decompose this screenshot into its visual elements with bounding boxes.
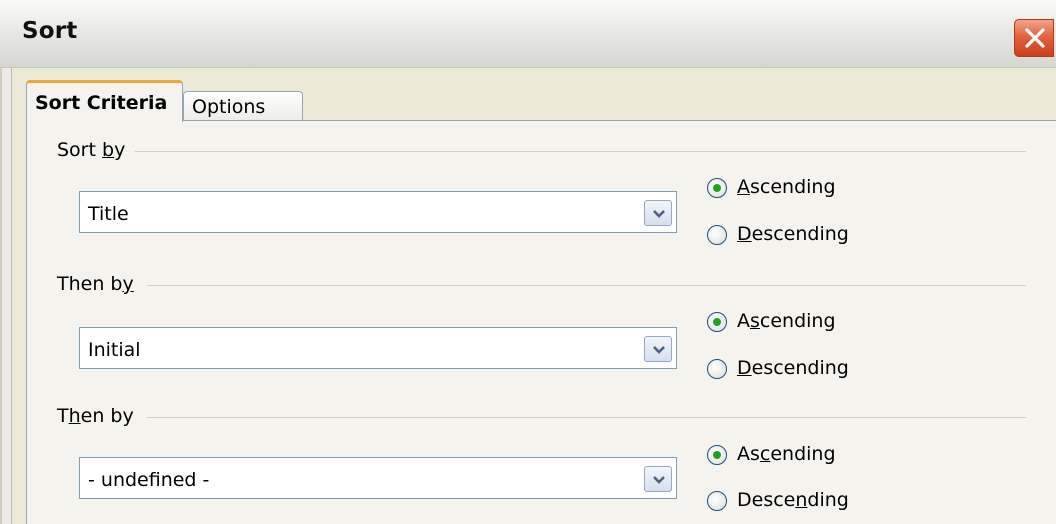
- radio-selected-dot: [713, 318, 721, 326]
- group-divider: [147, 285, 1026, 286]
- sort-key-1-select[interactable]: Title: [79, 191, 677, 233]
- sort-key-3-descending-label: Descending: [737, 489, 849, 511]
- sort-key-3-dropdown-button[interactable]: [644, 466, 672, 492]
- radio-selected-dot: [713, 184, 721, 192]
- group-divider: [135, 151, 1026, 152]
- sort-key-2-select[interactable]: Initial: [79, 327, 677, 369]
- window-frame-left: [0, 68, 12, 524]
- sort-key-3-value: - undefined -: [88, 469, 210, 491]
- tab-sort-criteria-label: Sort Criteria: [35, 92, 168, 114]
- sort-key-3-ascending-label: Ascending: [737, 443, 836, 465]
- sort-key-1-dropdown-button[interactable]: [644, 200, 672, 226]
- sort-criteria-panel: Sort by Title Ascending Descending Then …: [26, 120, 1056, 524]
- close-icon: [1025, 28, 1045, 48]
- chevron-down-icon: [653, 346, 665, 354]
- sort-key-2-dropdown-button[interactable]: [644, 336, 672, 362]
- sort-by-label: Sort by: [57, 139, 134, 161]
- group-divider: [147, 417, 1026, 418]
- tab-options-label: Options: [192, 96, 266, 118]
- sort-key-2-value: Initial: [88, 339, 141, 361]
- then-by-label-2: Then by: [57, 405, 142, 427]
- tab-sort-criteria[interactable]: Sort Criteria: [26, 80, 183, 122]
- title-bar: Sort: [0, 0, 1056, 68]
- then-by-label-1: Then by: [57, 273, 142, 295]
- tab-options[interactable]: Options: [183, 91, 303, 122]
- chevron-down-icon: [653, 210, 665, 218]
- sort-key-1-value: Title: [88, 203, 129, 225]
- close-button[interactable]: [1014, 19, 1054, 57]
- window-title: Sort: [22, 18, 78, 44]
- sort-key-2-descending-label: Descending: [737, 357, 849, 379]
- sort-dialog: Sort Sort Criteria Options Sort by Title: [0, 0, 1056, 524]
- sort-key-1-ascending-label: Ascending: [737, 176, 836, 198]
- radio-selected-dot: [713, 451, 721, 459]
- chevron-down-icon: [653, 476, 665, 484]
- sort-key-2-ascending-label: Ascending: [737, 310, 836, 332]
- sort-key-3-select[interactable]: - undefined -: [79, 457, 677, 499]
- sort-key-1-descending-label: Descending: [737, 223, 849, 245]
